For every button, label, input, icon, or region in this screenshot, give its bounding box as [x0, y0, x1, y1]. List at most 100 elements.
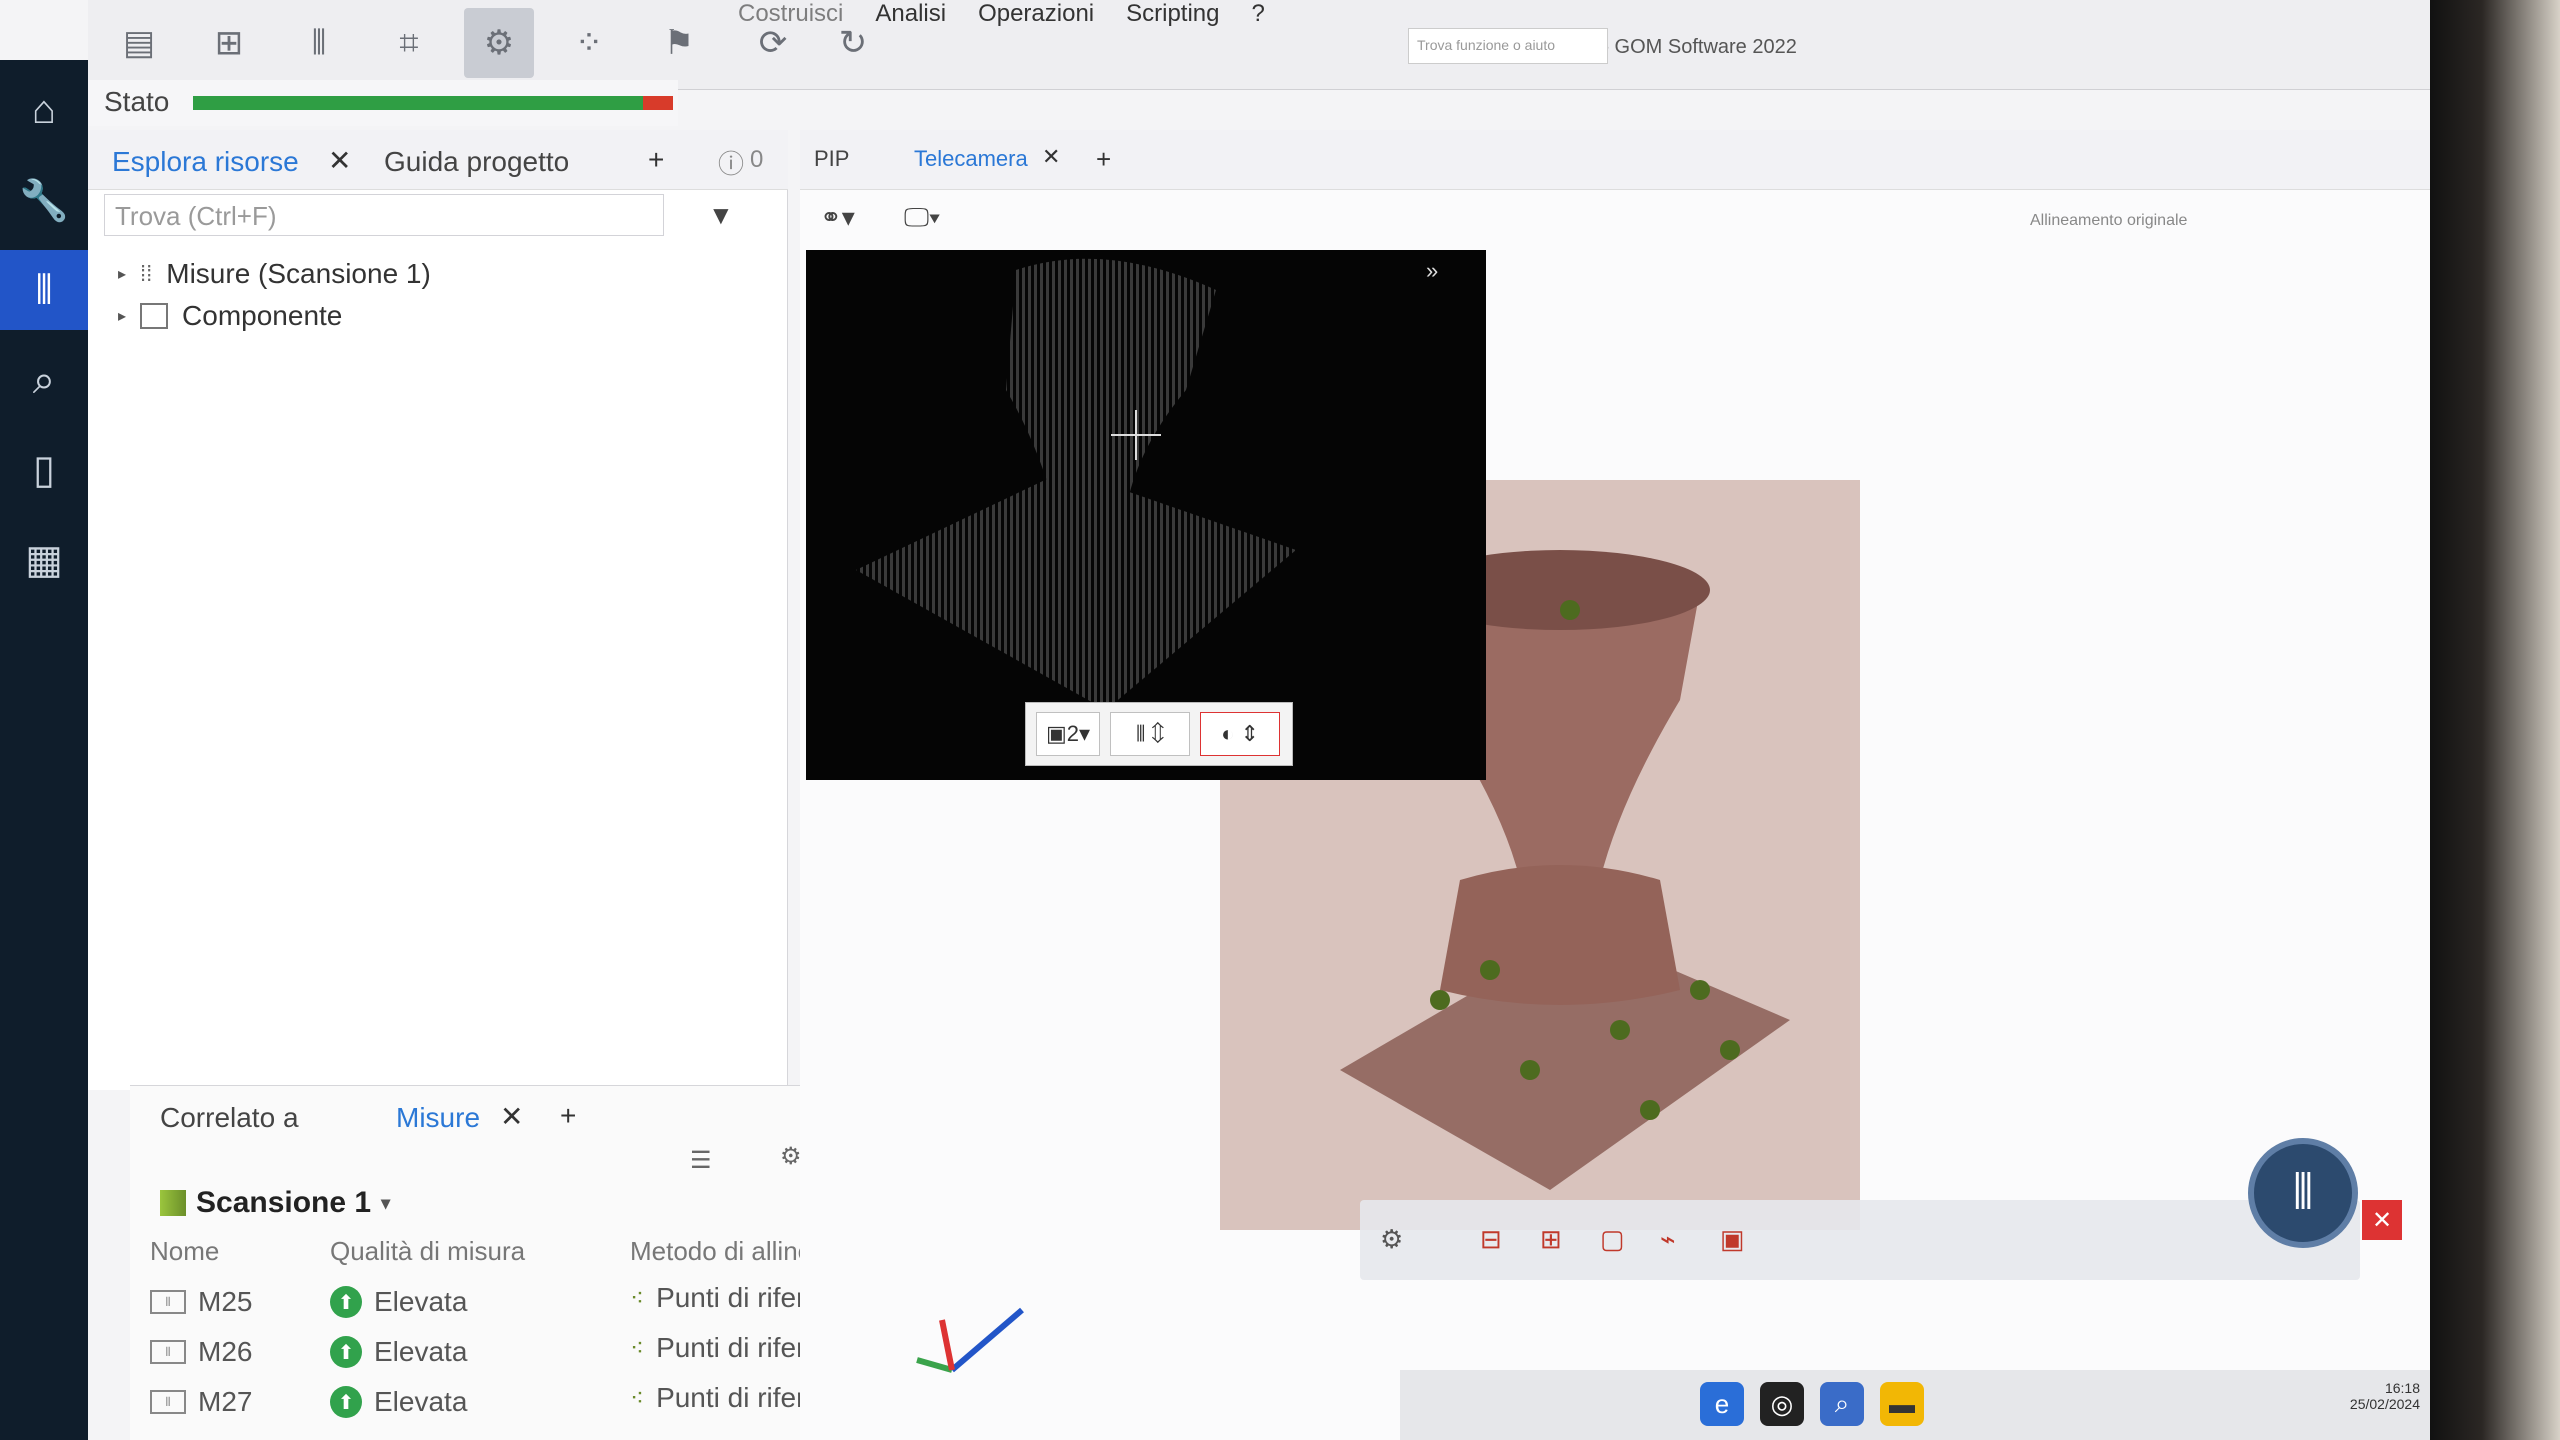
- view-mode-icon[interactable]: ⚭▾: [820, 202, 855, 233]
- view-toolbar: ⚙ ⊟ ⊞ ▢ ⌁ ▣: [1360, 1200, 2360, 1280]
- measure-icon[interactable]: ⦀: [284, 8, 354, 78]
- layer-selector[interactable]: ▣ 2 ▾: [1036, 712, 1100, 756]
- os-taskbar: e ◎ ⌕ ▬ 16:18 25/02/2024: [1400, 1370, 2440, 1440]
- points-icon[interactable]: ⁘: [554, 8, 624, 78]
- tab-correlato[interactable]: Correlato a: [160, 1102, 299, 1134]
- menu-item-costruisci[interactable]: Costruisci: [738, 0, 843, 40]
- list-view-icon[interactable]: ☰: [690, 1146, 712, 1175]
- flag-icon[interactable]: ⚑: [644, 8, 714, 78]
- filter-icon[interactable]: ▼: [708, 200, 734, 231]
- close-icon[interactable]: ✕: [2362, 1200, 2402, 1240]
- edge-icon[interactable]: e: [1700, 1382, 1744, 1426]
- measure-series-icon: ⁞⁞: [140, 261, 153, 286]
- alignment-selector[interactable]: Allineamento originale: [2030, 212, 2187, 230]
- search-icon[interactable]: ⌕: [0, 340, 88, 420]
- tree-item-misure[interactable]: ▸ ⁞⁞ Misure (Scansione 1): [118, 254, 431, 294]
- column-header[interactable]: Qualità di misura: [330, 1236, 525, 1267]
- menu-item-scripting[interactable]: Scripting: [1126, 0, 1219, 40]
- status-progress-error: [643, 96, 673, 110]
- cell-method: Punti di rifer: [656, 1282, 806, 1313]
- camera-image: [856, 258, 1296, 710]
- cell-quality: Elevata: [374, 1336, 468, 1367]
- document-icon[interactable]: ▯: [0, 430, 88, 510]
- scan-selector[interactable]: Scansione 1 ▾: [160, 1186, 390, 1220]
- add-tab-button[interactable]: +: [1096, 144, 1111, 175]
- cell-method: Punti di rifer: [656, 1332, 806, 1363]
- left-rail: ⌂ 🔧 ⦀ ⌕ ▯ ▦: [0, 60, 88, 1440]
- tool-icon[interactable]: ▣: [1720, 1224, 1745, 1255]
- monitor-icon[interactable]: 🖵▾: [904, 202, 940, 234]
- tab-esplora-risorse[interactable]: Esplora risorse: [112, 146, 299, 178]
- tool-icon[interactable]: ▢: [1600, 1224, 1625, 1255]
- crop-icon[interactable]: ⌗: [374, 8, 444, 78]
- search-app-icon[interactable]: ⌕: [1820, 1382, 1864, 1426]
- tab-guida-progetto[interactable]: Guida progetto: [384, 146, 569, 178]
- 3d-viewport[interactable]: PIP Telecamera ✕ + ⚭▾ 🖵▾ Allineamento or…: [800, 130, 2440, 1440]
- column-header[interactable]: Metodo di alline: [630, 1236, 812, 1267]
- forward-icon[interactable]: »: [1426, 258, 1438, 284]
- arrow-up-icon: ⬆: [330, 1386, 362, 1418]
- close-tab-icon[interactable]: ✕: [500, 1100, 523, 1133]
- grid-icon[interactable]: ▦: [0, 520, 88, 600]
- close-tab-icon[interactable]: ✕: [1042, 144, 1060, 170]
- tab-misure[interactable]: Misure: [396, 1102, 480, 1134]
- system-clock: 16:18 25/02/2024: [2350, 1380, 2420, 1412]
- measurement-icon: ⦀: [150, 1290, 186, 1314]
- search-input[interactable]: Trova (Ctrl+F): [104, 194, 664, 236]
- scan-mode-icon[interactable]: ⚙: [464, 8, 534, 78]
- table-cell: ⬆ Elevata: [330, 1336, 467, 1368]
- tab-pip[interactable]: PIP: [814, 146, 849, 172]
- camera-preview[interactable]: »: [806, 250, 1486, 780]
- menu-item-analisi[interactable]: Analisi: [875, 0, 946, 40]
- home-icon[interactable]: ⌂: [0, 70, 88, 150]
- arrow-up-icon: ⬆: [330, 1336, 362, 1368]
- info-icon[interactable]: ⓘ: [718, 144, 744, 181]
- viewport-tabs: PIP Telecamera ✕ +: [800, 130, 2440, 190]
- chevron-down-icon[interactable]: ▾: [381, 1193, 390, 1214]
- start-scan-button[interactable]: ⦀: [2248, 1138, 2358, 1248]
- table-cell: ⁖ Punti di rifer: [630, 1382, 805, 1414]
- table-row[interactable]: ⦀ M26: [150, 1336, 252, 1368]
- status-row: Stato: [88, 80, 678, 126]
- layer-value: 2: [1066, 721, 1079, 746]
- tab-telecamera[interactable]: Telecamera: [914, 146, 1028, 172]
- measure-rail-icon[interactable]: ⦀: [0, 250, 88, 330]
- table-cell: ⬆ Elevata: [330, 1386, 467, 1418]
- info-count: 0: [750, 146, 764, 173]
- cell-name: M26: [198, 1336, 253, 1367]
- column-header[interactable]: Nome: [150, 1236, 219, 1267]
- add-tab-button[interactable]: +: [560, 1100, 576, 1132]
- add-tab-button[interactable]: +: [648, 144, 664, 176]
- monitor-bezel: [2430, 0, 2560, 1440]
- exposure-stepper[interactable]: ◐ ⇕: [1200, 712, 1280, 756]
- menu-item-help[interactable]: ?: [1252, 0, 1265, 40]
- wrench-icon[interactable]: 🔧: [0, 160, 88, 240]
- close-tab-icon[interactable]: ✕: [328, 144, 351, 177]
- menu-bar: Costruisci Analisi Operazioni Scripting …: [738, 0, 1265, 40]
- table-row[interactable]: ⦀ M25: [150, 1286, 252, 1318]
- expand-icon[interactable]: ▸: [118, 264, 126, 284]
- layout-icon[interactable]: ▤: [104, 8, 174, 78]
- menu-item-operazioni[interactable]: Operazioni: [978, 0, 1094, 40]
- stripe-stepper[interactable]: ⦀ ⇕: [1110, 712, 1190, 756]
- settings-icon[interactable]: ⚙: [780, 1142, 802, 1171]
- tool-icon[interactable]: ⊞: [1540, 1224, 1562, 1255]
- add-element-icon[interactable]: ⊞: [194, 8, 264, 78]
- cell-quality: Elevata: [374, 1386, 468, 1417]
- settings-icon[interactable]: ⚙: [1380, 1224, 1403, 1255]
- tree-item-label: Misure (Scansione 1): [166, 258, 431, 289]
- folder-icon[interactable]: ▬: [1880, 1382, 1924, 1426]
- camera-controls: ▣ 2 ▾ ⦀ ⇕ ◐ ⇕: [1025, 702, 1293, 766]
- app-icon[interactable]: ◎: [1760, 1382, 1804, 1426]
- scan-label: Scansione 1: [196, 1186, 372, 1219]
- tool-icon[interactable]: ⊟: [1480, 1224, 1502, 1255]
- tree-item-componente[interactable]: ▸ Componente: [118, 296, 342, 336]
- tool-icon[interactable]: ⌁: [1660, 1224, 1676, 1255]
- expand-icon[interactable]: ▸: [118, 306, 126, 326]
- axis-triad: [916, 1307, 1024, 1373]
- table-row[interactable]: ⦀ M27: [150, 1386, 252, 1418]
- component-icon: [140, 303, 169, 329]
- cell-name: M25: [198, 1286, 253, 1317]
- status-progress-bar: [193, 96, 673, 110]
- function-search-input[interactable]: Trova funzione o aiuto: [1408, 28, 1608, 64]
